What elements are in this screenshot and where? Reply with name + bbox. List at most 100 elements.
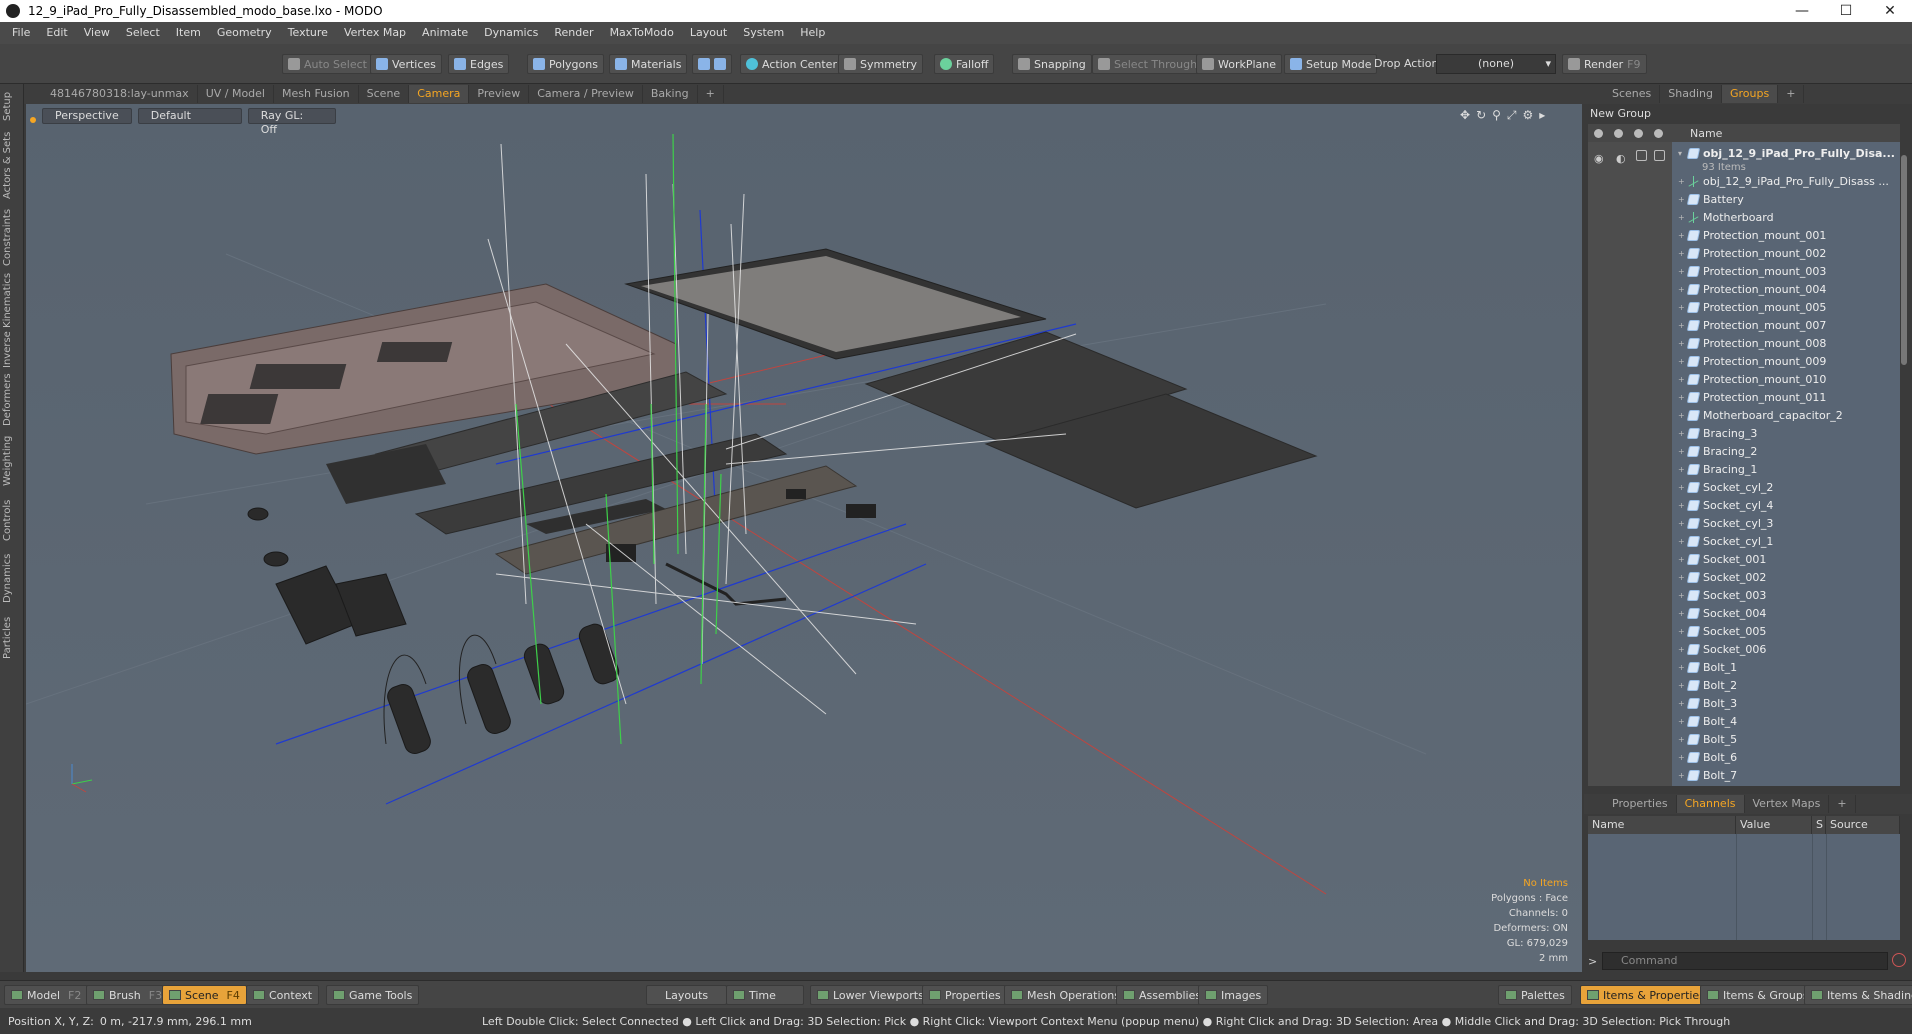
menu-texture[interactable]: Texture <box>280 22 336 44</box>
viewport-settings-icon[interactable]: ⚙ <box>1523 108 1534 123</box>
properties-button[interactable]: Properties <box>922 985 1008 1005</box>
group-tree-item[interactable]: + Socket_001 <box>1672 550 1900 568</box>
tree-scrollbar-thumb[interactable] <box>1901 155 1907 365</box>
channels-s-col[interactable]: S <box>1812 816 1826 834</box>
eye-icon[interactable]: ◉ <box>1594 152 1604 165</box>
model-layout-button[interactable]: Model F2 <box>4 985 89 1005</box>
group-tree-item[interactable]: + Socket_cyl_3 <box>1672 514 1900 532</box>
menu-file[interactable]: File <box>4 22 38 44</box>
ray-gl-button[interactable]: Ray GL: Off <box>247 108 336 136</box>
minimize-icon[interactable]: — <box>1780 0 1824 22</box>
group-tree-item[interactable]: + Protection_mount_002 <box>1672 244 1900 262</box>
action-center-button[interactable]: Action Center <box>740 54 843 74</box>
group-tree-item[interactable]: + Bolt_5 <box>1672 730 1900 748</box>
add-tab-button[interactable]: + <box>698 85 724 103</box>
3d-viewport[interactable] <box>26 104 1582 972</box>
group-tree-item[interactable]: + Socket_cyl_1 <box>1672 532 1900 550</box>
render-button[interactable]: Render F9 <box>1562 54 1647 74</box>
menu-edit[interactable]: Edit <box>38 22 75 44</box>
menu-animate[interactable]: Animate <box>414 22 476 44</box>
group-tree-item[interactable]: + Bolt_4 <box>1672 712 1900 730</box>
zoom-icon[interactable]: ⚲ <box>1492 108 1501 123</box>
add-right-tab-button[interactable]: + <box>1778 85 1805 103</box>
tab-uv-model[interactable]: UV / Model <box>198 85 274 103</box>
command-record-icon[interactable] <box>1892 953 1906 967</box>
new-group-button[interactable]: New Group <box>1588 106 1906 122</box>
group-tree-item[interactable]: + Protection_mount_003 <box>1672 262 1900 280</box>
tab-groups[interactable]: Groups <box>1721 85 1779 103</box>
viewport-arrow-icon[interactable]: ▸ <box>1539 108 1545 123</box>
items-groups-button[interactable]: Items & Groups <box>1700 985 1816 1005</box>
snapping-button[interactable]: Snapping <box>1012 54 1092 74</box>
menu-geometry[interactable]: Geometry <box>209 22 280 44</box>
shading-mode-button[interactable]: Default <box>137 108 242 124</box>
group-tree-item[interactable]: + Bracing_2 <box>1672 442 1900 460</box>
expand-icon[interactable]: + <box>1678 213 1688 222</box>
menu-select[interactable]: Select <box>118 22 168 44</box>
group-tree-item[interactable]: + Socket_cyl_2 <box>1672 478 1900 496</box>
select-mode-icons[interactable] <box>692 54 732 74</box>
menu-layout[interactable]: Layout <box>682 22 735 44</box>
tab-scenes[interactable]: Scenes <box>1604 85 1661 103</box>
mesh-operations-button[interactable]: Mesh Operations <box>1004 985 1127 1005</box>
group-tree-item[interactable]: + Protection_mount_010 <box>1672 370 1900 388</box>
channels-name-col[interactable]: Name <box>1588 816 1736 834</box>
menu-maxtomodo[interactable]: MaxToModo <box>602 22 682 44</box>
visibility-column-icon[interactable] <box>1588 124 1608 142</box>
lock-toggle-icon[interactable] <box>1636 150 1647 161</box>
polygons-button[interactable]: Polygons <box>527 54 604 74</box>
group-tree-item[interactable]: + Battery <box>1672 190 1900 208</box>
workplane-button[interactable]: WorkPlane <box>1196 54 1283 74</box>
group-tree-item[interactable]: + Bolt_1 <box>1672 658 1900 676</box>
group-tree-item[interactable]: + Socket_003 <box>1672 586 1900 604</box>
layouts-button[interactable]: Layouts <box>646 985 728 1005</box>
edges-button[interactable]: Edges <box>448 54 510 74</box>
time-button[interactable]: Time <box>726 985 804 1005</box>
group-tree-item[interactable]: + Socket_004 <box>1672 604 1900 622</box>
group-tree-item[interactable]: + Protection_mount_011 <box>1672 388 1900 406</box>
drop-action-select[interactable]: (none) ▾ <box>1436 54 1556 74</box>
falloff-button[interactable]: Falloff <box>934 54 995 74</box>
game-tools-button[interactable]: Game Tools <box>326 985 420 1005</box>
group-tree-item[interactable]: + Protection_mount_001 <box>1672 226 1900 244</box>
auto-select-button[interactable]: Auto Select <box>282 54 373 74</box>
vertices-button[interactable]: Vertices <box>370 54 442 74</box>
tab-properties[interactable]: Properties <box>1604 795 1677 813</box>
tab-baking[interactable]: Baking <box>643 85 698 103</box>
maximize-viewport-icon[interactable]: ⤢ <box>1507 108 1517 123</box>
tab-controls[interactable]: Controls <box>2 494 22 546</box>
menu-vertex-map[interactable]: Vertex Map <box>336 22 414 44</box>
group-tree-item[interactable]: + Motherboard <box>1672 208 1900 226</box>
name-column-header[interactable]: Name <box>1690 127 1722 140</box>
render-column-icon[interactable] <box>1608 124 1628 142</box>
palettes-button[interactable]: Palettes <box>1498 985 1572 1005</box>
orbit-icon[interactable]: ↻ <box>1476 108 1486 123</box>
group-tree-item[interactable]: + Protection_mount_007 <box>1672 316 1900 334</box>
group-tree-item[interactable]: + Socket_002 <box>1672 568 1900 586</box>
maximize-icon[interactable]: ☐ <box>1824 0 1868 22</box>
tab-camera-preview[interactable]: Camera / Preview <box>529 85 643 103</box>
menu-render[interactable]: Render <box>546 22 601 44</box>
group-tree-item[interactable]: + obj_12_9_iPad_Pro_Fully_Disass ... <box>1672 172 1900 190</box>
group-tree-item[interactable]: + Protection_mount_008 <box>1672 334 1900 352</box>
tab-layout-unmax[interactable]: 48146780318:lay-unmax <box>42 85 198 103</box>
brush-layout-button[interactable]: Brush F3 <box>86 985 170 1005</box>
group-tree-item[interactable]: + Protection_mount_004 <box>1672 280 1900 298</box>
group-tree-item[interactable]: + Protection_mount_005 <box>1672 298 1900 316</box>
menu-item[interactable]: Item <box>168 22 209 44</box>
menu-system[interactable]: System <box>735 22 792 44</box>
group-tree-item[interactable]: + Bolt_7 <box>1672 766 1900 784</box>
menu-help[interactable]: Help <box>792 22 833 44</box>
menu-dynamics[interactable]: Dynamics <box>476 22 546 44</box>
view-projection-button[interactable]: Perspective <box>42 108 132 124</box>
group-tree-item[interactable]: + Protection_mount_009 <box>1672 352 1900 370</box>
symmetry-button[interactable]: Symmetry <box>838 54 924 74</box>
render-toggle-icon[interactable]: ◐ <box>1616 152 1626 165</box>
setup-mode-button[interactable]: Setup Mode <box>1284 54 1378 74</box>
tab-vertex-maps[interactable]: Vertex Maps <box>1745 795 1830 813</box>
images-button[interactable]: Images <box>1198 985 1269 1005</box>
group-tree-item[interactable]: + Bolt_3 <box>1672 694 1900 712</box>
close-icon[interactable]: ✕ <box>1868 0 1912 22</box>
tab-preview[interactable]: Preview <box>469 85 530 103</box>
tab-inverse-kinematics[interactable]: Inverse Kinematics <box>2 272 22 368</box>
